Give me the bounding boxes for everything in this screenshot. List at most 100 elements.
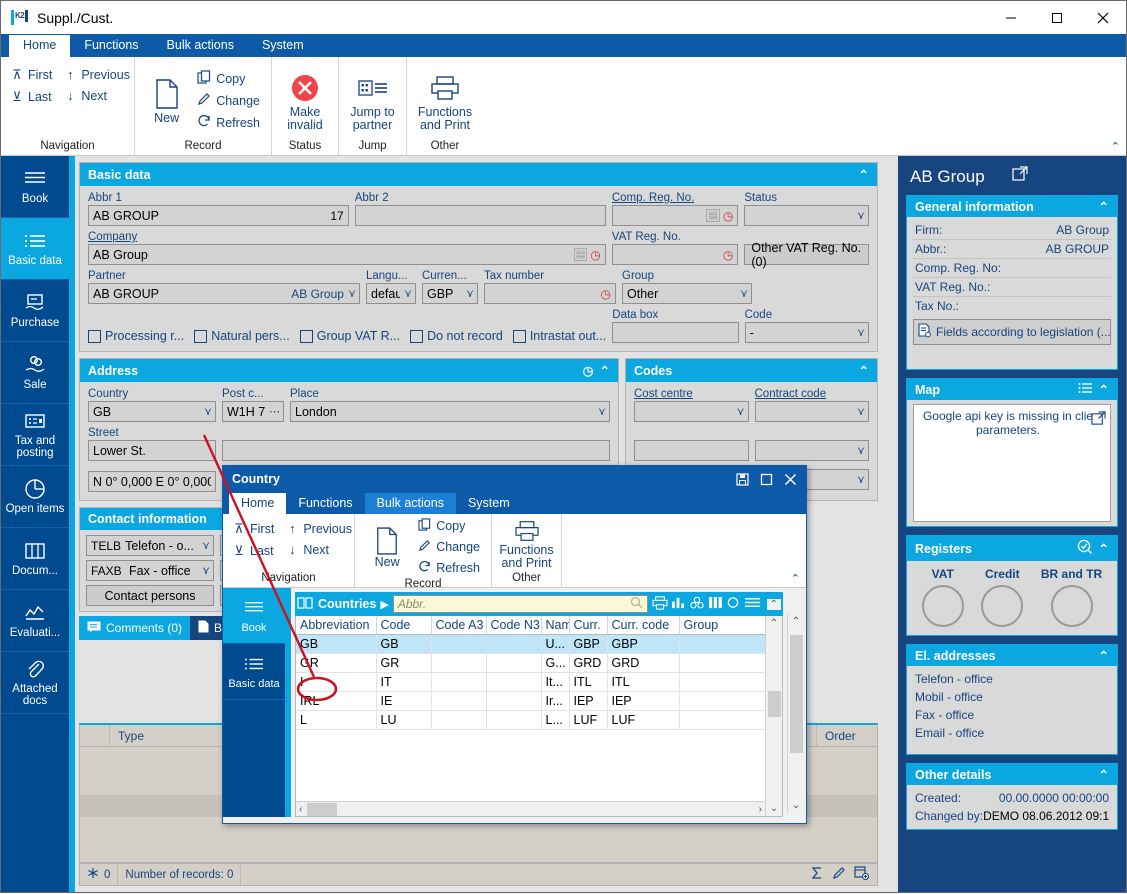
chevron-up-icon[interactable]: ⌃ <box>1099 767 1109 782</box>
field-vat-reg-no[interactable]: ◷ <box>611 244 739 265</box>
chevron-down-icon[interactable]: ⋎ <box>736 405 744 418</box>
cell-name[interactable]: G... <box>541 653 570 673</box>
cell-group[interactable] <box>679 672 772 692</box>
chevron-up-icon[interactable]: ⌃ <box>1099 541 1109 556</box>
column-code-a3[interactable]: Code A3 <box>431 616 487 635</box>
section-header-el-addresses[interactable]: El. addresses ⌃ <box>907 645 1117 666</box>
chevron-down-icon[interactable]: ⋎ <box>857 444 865 457</box>
cell-name[interactable]: Ir... <box>541 691 570 711</box>
make-invalid-button[interactable]: Make invalid <box>278 68 332 134</box>
cell-abbreviation[interactable]: L <box>296 710 377 730</box>
country-change-button[interactable]: Change <box>413 537 485 557</box>
cell-curr[interactable]: LUF <box>569 710 608 730</box>
sidebar-item-book[interactable]: Book <box>1 156 69 218</box>
list-icon[interactable] <box>1078 382 1093 397</box>
table-row[interactable]: IRL IE Ir... IEP IEP <box>296 691 772 711</box>
jump-to-partner-button[interactable]: Jump to partner <box>345 68 400 134</box>
cell-curr[interactable]: IEP <box>569 691 608 711</box>
chevron-down-icon[interactable]: ⋎ <box>202 564 210 577</box>
register-credit[interactable]: Credit <box>981 567 1024 627</box>
chevron-down-icon[interactable]: ⋎ <box>857 473 865 486</box>
field-data-box[interactable] <box>612 322 739 343</box>
chevron-up-icon[interactable]: ⌃ <box>600 363 610 378</box>
column-curr[interactable]: Curr. <box>569 616 608 635</box>
printer-icon[interactable] <box>652 595 668 613</box>
field-partner[interactable]: AB GROUP AB Group ⋎ <box>88 283 360 304</box>
new-record-icon[interactable] <box>854 866 870 883</box>
field-currency[interactable]: GBP ⋎ <box>422 283 478 304</box>
field-place[interactable]: London ⋎ <box>290 401 610 422</box>
checkbox-box[interactable] <box>194 329 208 343</box>
section-header-registers[interactable]: Registers ⌃ <box>907 536 1117 561</box>
maximize-button[interactable] <box>754 467 778 491</box>
vscroll-thumb[interactable] <box>768 691 781 717</box>
column-curr-code[interactable]: Curr. code <box>607 616 680 635</box>
field-group[interactable]: Other ⋎ <box>622 283 752 304</box>
ribbon-tab-system[interactable]: System <box>248 35 318 57</box>
close-button[interactable] <box>778 467 802 491</box>
chevron-up-icon[interactable]: ⌃ <box>859 167 869 182</box>
cell-code[interactable]: GB <box>376 634 432 654</box>
minimize-button[interactable] <box>988 2 1034 34</box>
scroll-left-icon[interactable]: ‹ <box>296 804 305 815</box>
register-vat[interactable]: VAT <box>921 567 964 627</box>
cell-code-n3[interactable] <box>486 691 542 711</box>
ellipsis-icon[interactable]: ⋯ <box>269 405 280 418</box>
el-address-email[interactable]: Email - office <box>913 724 1111 742</box>
chevron-down-icon[interactable]: ⋎ <box>202 539 210 552</box>
idcard-icon[interactable]: ▤ <box>573 248 588 261</box>
section-header-other-details[interactable]: Other details ⌃ <box>907 764 1117 785</box>
next-button[interactable]: ↓ Next <box>60 86 134 105</box>
scroll-down-icon[interactable]: ⌄ <box>770 801 778 816</box>
field-tax-number[interactable]: ◷ <box>484 283 616 304</box>
field-abbr2[interactable] <box>354 205 606 226</box>
cell-code[interactable]: LU <box>376 710 432 730</box>
chevron-up-icon[interactable]: ⌃ <box>859 363 869 378</box>
field-contract-code[interactable]: ⋎ <box>754 401 869 422</box>
open-external-icon[interactable] <box>1012 166 1114 187</box>
cell-abbreviation[interactable]: GB <box>296 634 377 654</box>
column-code[interactable]: Code <box>376 616 432 635</box>
change-button[interactable]: Change <box>192 90 265 111</box>
open-external-icon[interactable] <box>1091 411 1106 429</box>
cell-curr-code[interactable]: GBP <box>607 634 680 654</box>
column-name[interactable]: Nam <box>541 616 570 635</box>
new-button[interactable]: New <box>141 74 192 127</box>
country-last-button[interactable]: ⊻ Last <box>229 541 278 561</box>
sidebar-item-open-items[interactable]: Open items <box>1 466 69 528</box>
table-row[interactable]: GB GB U... GBP GBP <box>296 634 772 654</box>
cell-curr-code[interactable]: ITL <box>607 672 680 692</box>
cell-name[interactable]: U... <box>541 634 570 654</box>
vertical-scrollbar-inner[interactable]: ⌃ ⌄ <box>765 616 782 816</box>
cell-abbreviation[interactable]: IRL <box>296 691 377 711</box>
contact-persons-button[interactable]: Contact persons <box>86 585 214 606</box>
sidebar-item-documents[interactable]: Docum... <box>1 528 69 590</box>
hscroll-track[interactable] <box>305 802 755 816</box>
cell-group[interactable] <box>679 653 772 673</box>
field-contact-telb[interactable]: TELB Telefon - o... ⋎ <box>86 535 214 556</box>
cell-code[interactable]: GR <box>376 653 432 673</box>
functions-and-print-button[interactable]: Functions and Print <box>413 68 477 134</box>
tab-comments[interactable]: Comments (0) <box>79 616 191 640</box>
cell-code-n3[interactable] <box>486 634 542 654</box>
field-street-extra[interactable] <box>222 440 610 461</box>
country-tab-functions[interactable]: Functions <box>286 493 364 514</box>
chevron-down-icon[interactable]: ⋎ <box>857 209 865 222</box>
country-tab-system[interactable]: System <box>456 493 522 514</box>
table-row[interactable]: GR GR G... GRD GRD <box>296 653 772 673</box>
search-input[interactable]: Abbr. <box>392 595 648 613</box>
cell-group[interactable] <box>679 710 772 730</box>
chevron-up-icon[interactable]: ⌃ <box>1099 648 1109 663</box>
column-header-order[interactable]: Order <box>817 725 877 746</box>
horizontal-scrollbar[interactable]: ‹ › <box>296 801 765 816</box>
field-language[interactable]: defaul ⋎ <box>366 283 416 304</box>
checkbox-box[interactable] <box>512 329 526 343</box>
country-previous-button[interactable]: ↑ Previous <box>282 519 356 538</box>
flake-count[interactable]: 0 <box>80 864 119 885</box>
columns-icon[interactable] <box>708 596 723 613</box>
refresh-button[interactable]: Refresh <box>192 112 265 133</box>
field-street[interactable]: Lower St. <box>88 440 216 461</box>
cell-code-n3[interactable] <box>486 653 542 673</box>
search-icon[interactable] <box>630 596 643 612</box>
cell-code-a3[interactable] <box>431 691 487 711</box>
